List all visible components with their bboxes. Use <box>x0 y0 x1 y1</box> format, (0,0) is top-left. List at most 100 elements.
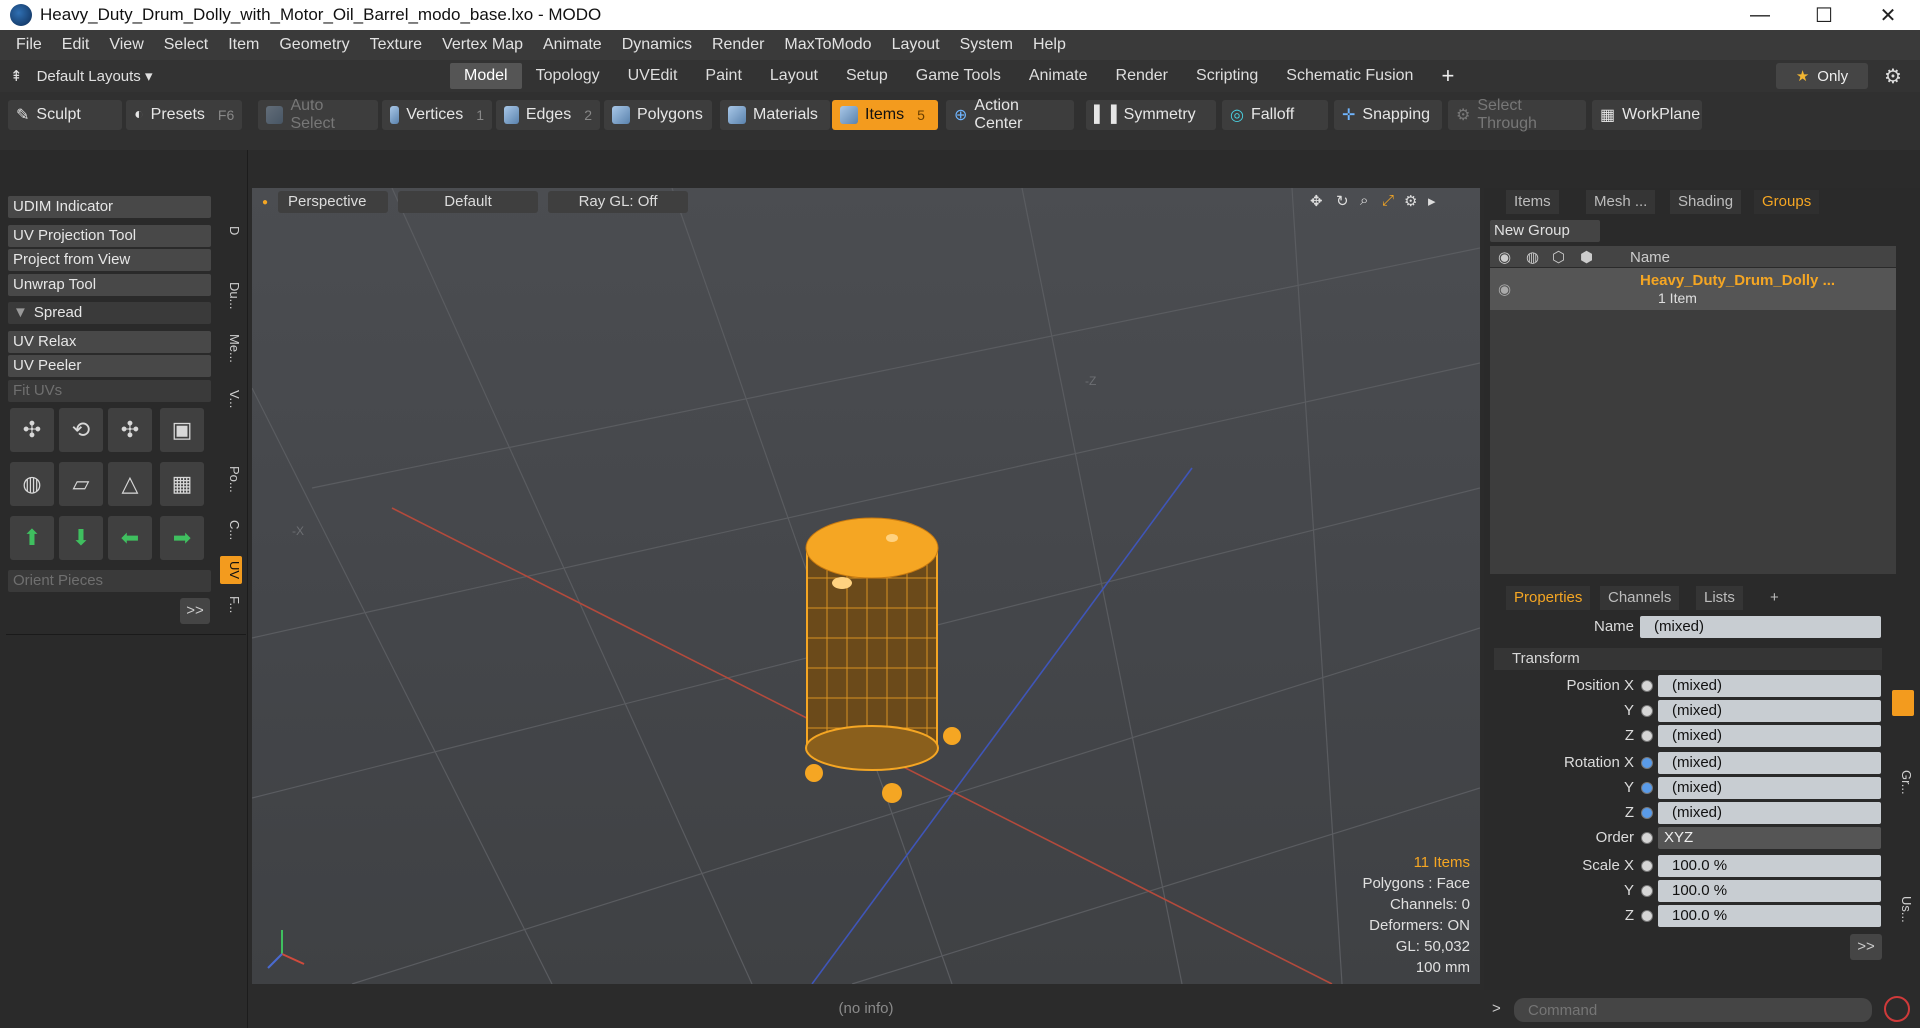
vtab-uv[interactable]: UV <box>220 556 242 584</box>
scale-x-dot[interactable] <box>1641 860 1653 872</box>
menu-system[interactable]: System <box>950 36 1023 54</box>
rotation-y-dot[interactable] <box>1641 782 1653 794</box>
menu-texture[interactable]: Texture <box>360 36 432 54</box>
close-button[interactable]: ✕ <box>1856 0 1920 30</box>
menu-animate[interactable]: Animate <box>533 36 612 54</box>
rotation-x-field[interactable]: (mixed) <box>1658 752 1881 774</box>
side-tab-us[interactable]: Us... <box>1892 896 1914 923</box>
tab-lists[interactable]: Lists <box>1696 586 1743 610</box>
arrow-down-icon[interactable]: ⬇ <box>59 516 103 560</box>
falloff-button[interactable]: ◎ Falloff <box>1222 100 1328 130</box>
add-prop-tab-button[interactable]: + <box>1762 586 1787 610</box>
arrow-left-icon[interactable]: ⬅ <box>108 516 152 560</box>
menu-edit[interactable]: Edit <box>52 36 100 54</box>
scale-x-field[interactable]: 100.0 % <box>1658 855 1881 877</box>
action-center-button[interactable]: ⊕ Action Center <box>946 97 1074 132</box>
tab-shading[interactable]: Shading <box>1670 190 1742 214</box>
tab-mesh[interactable]: Mesh ... <box>1586 190 1656 214</box>
edges-button[interactable]: Edges 2 <box>496 100 600 130</box>
position-z-dot[interactable] <box>1641 730 1653 742</box>
unwrap-tool-button[interactable]: Unwrap Tool <box>8 274 211 296</box>
items-button[interactable]: Items 5 <box>832 100 938 130</box>
command-input[interactable] <box>1514 998 1872 1022</box>
tab-schematic-fusion[interactable]: Schematic Fusion <box>1272 63 1427 89</box>
uv-sphere-icon[interactable]: ◍ <box>10 462 54 506</box>
vtab-du[interactable]: Du... <box>220 282 242 309</box>
menu-view[interactable]: View <box>99 36 153 54</box>
fit-uvs-button[interactable]: Fit UVs <box>8 380 211 402</box>
vertices-button[interactable]: Vertices 1 <box>382 100 492 130</box>
tab-topology[interactable]: Topology <box>522 63 614 89</box>
tab-layout[interactable]: Layout <box>756 63 832 89</box>
uv-peeler-button[interactable]: UV Peeler <box>8 355 211 377</box>
sculpt-button[interactable]: ✎ Sculpt <box>8 100 122 130</box>
tab-model[interactable]: Model <box>450 63 522 89</box>
uv-cone-icon[interactable]: △ <box>108 462 152 506</box>
menu-item[interactable]: Item <box>218 36 269 54</box>
side-tab-accent[interactable] <box>1892 690 1914 716</box>
row-eye-icon[interactable]: ◉ <box>1498 280 1511 298</box>
menu-maxtomodo[interactable]: MaxToModo <box>774 36 881 54</box>
viewport-menu-arrow-icon[interactable]: ▸ <box>1428 192 1436 210</box>
side-tab-gr[interactable]: Gr... <box>1892 770 1914 795</box>
presets-button[interactable]: ◐ Presets F6 <box>126 100 242 130</box>
uv-box-icon[interactable]: ▣ <box>160 408 204 452</box>
position-y-field[interactable]: (mixed) <box>1658 700 1881 722</box>
uv-transform-icon[interactable]: ✣ <box>10 408 54 452</box>
menu-dynamics[interactable]: Dynamics <box>612 36 702 54</box>
vtab-v[interactable]: V... <box>220 390 242 408</box>
vtab-d[interactable]: D <box>220 226 242 235</box>
scale-z-field[interactable]: 100.0 % <box>1658 905 1881 927</box>
tab-setup[interactable]: Setup <box>832 63 902 89</box>
menu-geometry[interactable]: Geometry <box>269 36 359 54</box>
scale-y-dot[interactable] <box>1641 885 1653 897</box>
project-from-view-button[interactable]: Project from View <box>8 249 211 271</box>
rotation-z-dot[interactable] <box>1641 807 1653 819</box>
tab-render[interactable]: Render <box>1102 63 1182 89</box>
3d-viewport[interactable]: -Z -X 11 Items Polygons : Face Channels:… <box>252 188 1480 984</box>
scale-z-dot[interactable] <box>1641 910 1653 922</box>
select-icon[interactable]: ⬢ <box>1580 248 1593 266</box>
record-icon[interactable] <box>1884 996 1910 1022</box>
auto-select-button[interactable]: Auto Select <box>258 97 378 132</box>
order-dropdown[interactable]: XYZ <box>1658 827 1881 849</box>
vtab-me[interactable]: Me... <box>220 334 242 363</box>
snapping-button[interactable]: ✛ Snapping <box>1334 100 1442 130</box>
tab-channels[interactable]: Channels <box>1600 586 1680 610</box>
position-y-dot[interactable] <box>1641 705 1653 717</box>
arrow-right-icon[interactable]: ➡ <box>160 516 204 560</box>
symmetry-button[interactable]: ▌▐ Symmetry <box>1086 100 1216 130</box>
viewport-settings-icon[interactable]: ⚙ <box>1404 192 1417 210</box>
lock-icon[interactable]: ⬡ <box>1552 248 1565 266</box>
rotation-z-field[interactable]: (mixed) <box>1658 802 1881 824</box>
position-x-field[interactable]: (mixed) <box>1658 675 1881 697</box>
uv-grid-icon[interactable]: ▦ <box>160 462 204 506</box>
layouts-dropdown[interactable]: ⇞ Default Layouts ▾ <box>0 67 450 85</box>
group-row[interactable]: ◉ Heavy_Duty_Drum_Dolly ... 1 Item <box>1490 268 1896 310</box>
tab-properties[interactable]: Properties <box>1506 586 1591 610</box>
view-mode-dropdown[interactable]: Perspective <box>278 191 389 213</box>
tab-uvedit[interactable]: UVEdit <box>614 63 692 89</box>
spread-group[interactable]: ▼ Spread <box>8 302 211 324</box>
minimize-button[interactable]: — <box>1728 0 1792 30</box>
polygons-button[interactable]: Polygons <box>604 100 712 130</box>
uv-projection-tool-button[interactable]: UV Projection Tool <box>8 225 211 247</box>
render-icon[interactable]: ◍ <box>1526 248 1539 266</box>
rotation-x-dot[interactable] <box>1641 757 1653 769</box>
menu-render[interactable]: Render <box>702 36 774 54</box>
tab-groups[interactable]: Groups <box>1754 190 1820 214</box>
barrel-model[interactable] <box>805 517 961 803</box>
uv-move-icon[interactable]: ✣ <box>108 408 152 452</box>
menu-file[interactable]: File <box>6 36 52 54</box>
name-field[interactable]: (mixed) <box>1640 616 1881 638</box>
workplane-button[interactable]: ▦ WorkPlane <box>1592 100 1702 130</box>
tab-game-tools[interactable]: Game Tools <box>902 63 1015 89</box>
tab-items[interactable]: Items <box>1506 190 1559 214</box>
menu-layout[interactable]: Layout <box>882 36 950 54</box>
rotate-icon[interactable]: ↻ <box>1336 192 1349 210</box>
tab-scripting[interactable]: Scripting <box>1182 63 1272 89</box>
menu-help[interactable]: Help <box>1023 36 1076 54</box>
raygl-toggle[interactable]: Ray GL: Off <box>548 191 689 213</box>
vtab-po[interactable]: Po... <box>220 466 242 493</box>
add-tab-button[interactable]: + <box>1441 63 1454 89</box>
